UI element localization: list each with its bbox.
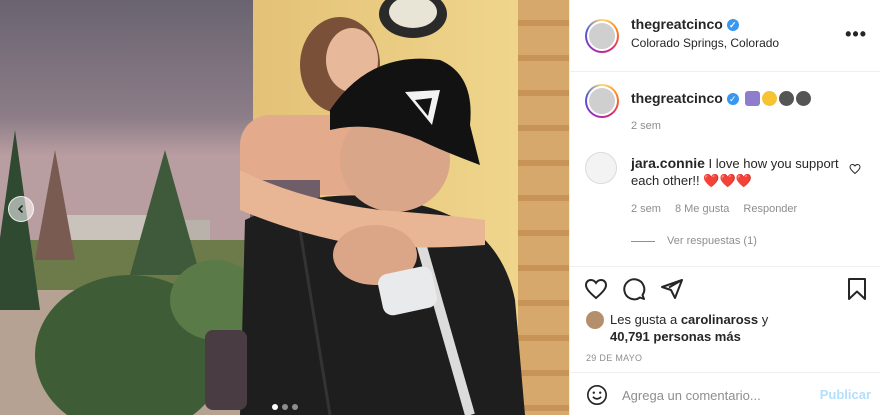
comment-likes[interactable]: 8 Me gusta bbox=[675, 203, 729, 215]
emoji-icon bbox=[795, 91, 811, 106]
carousel-dot bbox=[281, 404, 288, 410]
author-username-row: thegreatcinco ✓ bbox=[631, 16, 739, 32]
post-date[interactable]: 29 DE MAYO bbox=[586, 353, 642, 363]
emoji-icon bbox=[744, 91, 760, 106]
post-header: thegreatcinco ✓ Colorado Springs, Colorad… bbox=[570, 0, 880, 72]
carousel-dot bbox=[291, 404, 298, 410]
replies-divider bbox=[631, 240, 655, 242]
view-replies-button[interactable]: Ver respuestas (1) bbox=[631, 235, 757, 247]
comment-hearts: ❤️❤️❤️ bbox=[703, 173, 752, 188]
share-icon bbox=[661, 279, 683, 299]
heart-icon bbox=[849, 163, 861, 175]
save-button[interactable] bbox=[845, 277, 869, 304]
likes-summary: Les gusta a carolinaross y 40,791 person… bbox=[586, 311, 768, 345]
share-button[interactable] bbox=[660, 277, 684, 304]
comment-icon bbox=[623, 278, 646, 301]
emoji-icon bbox=[761, 91, 777, 106]
likes-user[interactable]: carolinaross bbox=[681, 312, 758, 327]
carousel-dots bbox=[0, 404, 569, 410]
author-username[interactable]: thegreatcinco bbox=[631, 16, 723, 32]
comment-text-block: jara.connie I love how you support each … bbox=[631, 155, 841, 189]
liker-avatar[interactable] bbox=[586, 311, 604, 329]
smile-icon bbox=[587, 385, 607, 405]
view-replies-label: Ver respuestas (1) bbox=[667, 235, 757, 247]
comment-reply-button[interactable]: Responder bbox=[743, 203, 797, 215]
post-sidebar: thegreatcinco ✓ Colorado Springs, Colorad… bbox=[569, 0, 880, 415]
carousel-dot bbox=[271, 404, 278, 410]
post-comment-button[interactable]: Publicar bbox=[820, 387, 871, 402]
action-row bbox=[584, 277, 684, 304]
post-actions: Les gusta a carolinaross y 40,791 person… bbox=[570, 266, 880, 366]
post-photo[interactable] bbox=[0, 0, 569, 415]
heart-icon bbox=[584, 278, 608, 300]
caption-avatar[interactable] bbox=[585, 84, 619, 118]
caption-username[interactable]: thegreatcinco bbox=[631, 90, 723, 106]
comment-input[interactable] bbox=[622, 385, 812, 405]
likes-text: Les gusta a carolinaross y 40,791 person… bbox=[610, 311, 768, 345]
emoji-picker-button[interactable] bbox=[586, 384, 608, 409]
verified-badge-icon: ✓ bbox=[726, 19, 739, 31]
author-avatar[interactable] bbox=[585, 19, 619, 53]
comment-meta: 2 sem 8 Me gusta Responder bbox=[631, 203, 797, 215]
likes-count[interactable]: 40,791 personas más bbox=[610, 329, 741, 344]
emoji-icon bbox=[778, 91, 794, 106]
comment-button[interactable] bbox=[622, 277, 646, 304]
post-location[interactable]: Colorado Springs, Colorado bbox=[631, 36, 779, 50]
comment-time[interactable]: 2 sem bbox=[631, 203, 661, 215]
likes-connector: y bbox=[758, 312, 769, 327]
photo-illustration bbox=[0, 0, 569, 415]
like-button[interactable] bbox=[584, 277, 608, 304]
chevron-left-icon bbox=[17, 204, 24, 214]
likes-prefix: Les gusta a bbox=[610, 312, 681, 327]
comment-like-button[interactable] bbox=[849, 162, 861, 178]
more-options-icon[interactable]: ••• bbox=[845, 24, 867, 45]
caption-time[interactable]: 2 sem bbox=[631, 120, 661, 132]
bookmark-icon bbox=[848, 278, 866, 300]
caption-line: thegreatcinco ✓ bbox=[631, 90, 811, 106]
comment-username[interactable]: jara.connie bbox=[631, 155, 705, 171]
verified-badge-icon: ✓ bbox=[726, 93, 739, 105]
carousel-prev-button[interactable] bbox=[8, 196, 34, 222]
commenter-avatar[interactable] bbox=[585, 152, 617, 184]
add-comment-bar: Publicar bbox=[570, 372, 880, 415]
